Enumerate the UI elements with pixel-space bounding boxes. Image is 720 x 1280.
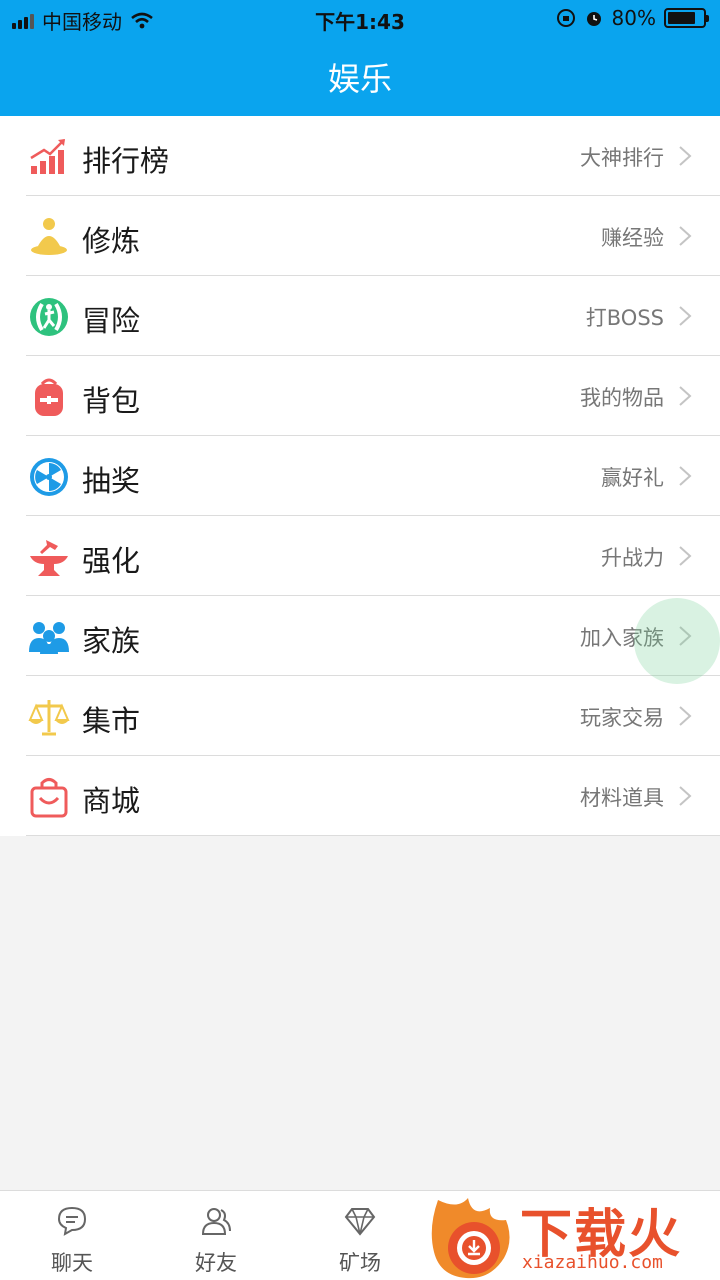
menu-item-adventure[interactable]: 冒险 打BOSS [0, 276, 720, 356]
menu-item-lottery[interactable]: 抽奖 赢好礼 [0, 436, 720, 516]
touch-ripple [634, 598, 720, 684]
tab-friends[interactable]: 好友 [144, 1191, 288, 1280]
nav-bar: 娱乐 [0, 36, 720, 116]
menu-item-subtitle: 打BOSS [585, 306, 664, 330]
chevron-right-icon [679, 546, 692, 566]
menu-item-shop[interactable]: 商城 材料道具 [0, 756, 720, 836]
menu-item-cultivate[interactable]: 修炼 赚经验 [0, 196, 720, 276]
menu-item-label: 排行榜 [82, 144, 170, 178]
chevron-right-icon [679, 706, 692, 726]
lottery-wheel-icon [30, 458, 68, 496]
menu-item-label: 冒险 [82, 304, 141, 338]
menu-item-subtitle: 玩家交易 [580, 706, 664, 730]
tab-chat[interactable]: 聊天 [0, 1191, 144, 1280]
flame-logo-icon [431, 1198, 510, 1279]
watermark: 下载火 xiazaihuo.com [428, 1182, 720, 1280]
menu-item-subtitle: 我的物品 [580, 386, 664, 410]
menu-item-leaderboard[interactable]: 排行榜 大神排行 [0, 116, 720, 196]
battery-icon [664, 8, 709, 28]
menu-item-subtitle: 大神排行 [580, 146, 664, 170]
menu-item-label: 背包 [82, 384, 141, 418]
tab-label: 矿场 [339, 1251, 381, 1275]
chevron-right-icon [679, 786, 692, 806]
family-icon [29, 622, 69, 654]
diamond-icon [344, 1208, 376, 1236]
status-bar: 中国移动 下午1:43 80% [0, 0, 720, 36]
menu-item-label: 商城 [82, 784, 141, 818]
backpack-icon [35, 378, 63, 416]
chevron-right-icon [679, 226, 692, 246]
friends-icon [201, 1208, 231, 1235]
chevron-right-icon [679, 386, 692, 406]
alarm-icon [586, 12, 601, 26]
chevron-right-icon [679, 306, 692, 326]
menu-item-subtitle: 材料道具 [580, 786, 664, 810]
meditation-icon [31, 218, 67, 255]
entertainment-menu: 排行榜 大神排行 修炼 赚经验 冒险 打BOSS 背包 我的物品 抽奖 赢好礼 … [0, 116, 720, 836]
anvil-icon [30, 540, 68, 576]
scale-icon [28, 700, 70, 736]
menu-item-market[interactable]: 集市 玩家交易 [0, 676, 720, 756]
tab-label: 聊天 [51, 1251, 93, 1275]
watermark-url: xiazaihuo.com [522, 1252, 663, 1273]
menu-item-subtitle: 赚经验 [601, 226, 664, 250]
battery-percent: 80% [611, 6, 656, 30]
menu-item-label: 强化 [82, 544, 141, 578]
menu-item-subtitle: 赢好礼 [601, 466, 664, 490]
tab-label: 好友 [195, 1251, 237, 1275]
menu-item-enhance[interactable]: 强化 升战力 [0, 516, 720, 596]
menu-item-family[interactable]: 家族 加入家族 [0, 596, 720, 676]
menu-item-label: 集市 [82, 704, 141, 738]
menu-item-subtitle: 升战力 [601, 546, 664, 570]
chat-icon [57, 1206, 87, 1236]
menu-item-backpack[interactable]: 背包 我的物品 [0, 356, 720, 436]
chevron-right-icon [679, 146, 692, 166]
adventure-icon [30, 298, 68, 336]
leaderboard-icon [30, 139, 65, 174]
menu-item-label: 家族 [82, 624, 141, 658]
menu-item-label: 修炼 [82, 224, 141, 258]
shopping-bag-icon [30, 778, 68, 818]
tab-mine[interactable]: 矿场 [288, 1191, 432, 1280]
chevron-right-icon [679, 466, 692, 486]
divider [26, 835, 720, 836]
menu-item-label: 抽奖 [82, 464, 141, 498]
page-title: 娱乐 [327, 60, 392, 98]
rotation-lock-icon [556, 9, 575, 27]
